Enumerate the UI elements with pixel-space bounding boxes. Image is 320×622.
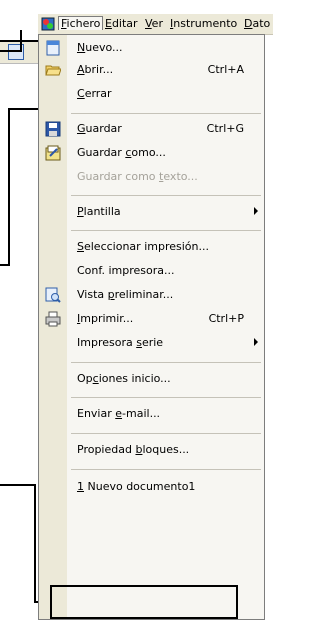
open-folder-icon	[45, 62, 62, 78]
vista-preliminar-mnemonic: p	[107, 288, 115, 301]
menu-item-nuevo[interactable]: Nuevo...	[39, 37, 264, 59]
menu-item-seleccionar-impresion[interactable]: Seleccionar impresión...	[39, 236, 264, 258]
propiedad-bloques-label-pre: Propiedad	[77, 443, 136, 456]
vista-preliminar-label-post: reliminar...	[114, 288, 174, 301]
menu-item-enviar-email[interactable]: Enviar e-mail...	[39, 403, 264, 425]
menu-separator	[71, 362, 261, 363]
menu-separator	[71, 397, 261, 398]
opciones-inicio-label-post: iones inicio...	[98, 372, 171, 385]
callout-box-recent-file	[50, 585, 238, 619]
enviar-email-label-pre: Enviar	[77, 407, 116, 420]
fichero-dropdown-menu: Nuevo... Abrir... Ctrl+A Cerrar Guardar …	[38, 34, 265, 620]
enviar-email-label-post: -mail...	[122, 407, 161, 420]
vista-preliminar-label-pre: Vista	[77, 288, 108, 301]
menu-item-guardar[interactable]: Guardar Ctrl+G	[39, 118, 264, 140]
printer-icon	[45, 311, 61, 327]
guardar-como-label-post: omo...	[131, 146, 166, 159]
guardar-como-texto-label-pre: Guardar como	[77, 170, 160, 183]
print-preview-icon	[45, 287, 61, 303]
menu-instrumento[interactable]: Instrumento	[170, 17, 237, 30]
propiedad-bloques-label-post: loques...	[142, 443, 190, 456]
impresora-serie-label-post: erie	[141, 336, 164, 349]
menu-separator	[71, 113, 261, 114]
menu-ver-mnemonic: V	[145, 17, 152, 30]
menu-item-guardar-como-texto[interactable]: Guardar como texto...	[39, 166, 264, 188]
menu-separator	[71, 433, 261, 434]
new-document-icon	[45, 40, 61, 56]
menu-editar[interactable]: Editar	[105, 17, 138, 30]
guardar-mnemonic: G	[77, 122, 86, 135]
imprimir-shortcut: Ctrl+P	[208, 312, 244, 325]
menu-fichero[interactable]: Fichero	[58, 16, 104, 30]
seleccionar-impresion-mnemonic: S	[77, 240, 84, 253]
app-icon	[41, 17, 55, 31]
menu-item-guardar-como[interactable]: Guardar como...	[39, 142, 264, 164]
menu-dato-label: ato	[252, 17, 271, 30]
imprimir-label: mprimir...	[80, 312, 134, 325]
enviar-email-mnemonic: e	[115, 407, 123, 420]
conf-impresora-label: Conf. impresora...	[77, 264, 175, 277]
menu-item-plantilla[interactable]: Plantilla	[39, 201, 264, 223]
cerrar-label: errar	[84, 87, 112, 100]
menu-separator	[71, 469, 261, 470]
abrir-shortcut: Ctrl+A	[207, 63, 244, 76]
guardar-como-texto-label-post: exto...	[163, 170, 198, 183]
abrir-mnemonic: A	[77, 63, 85, 76]
save-disk-icon	[45, 121, 61, 137]
menu-separator	[71, 195, 261, 196]
plantilla-label: lantilla	[83, 205, 121, 218]
menu-item-opciones-inicio[interactable]: Opciones inicio...	[39, 368, 264, 390]
callout-line-3	[8, 108, 10, 264]
nuevo-mnemonic: N	[77, 41, 86, 54]
menu-item-abrir[interactable]: Abrir... Ctrl+A	[39, 59, 264, 81]
menubar: Fichero Editar Ver Instrumento Dato	[38, 14, 273, 35]
menu-instrumento-label: nstrumento	[173, 17, 238, 30]
menu-item-imprimir[interactable]: Imprimir... Ctrl+P	[39, 308, 264, 330]
save-as-icon	[45, 145, 61, 161]
guardar-label: uardar	[85, 122, 122, 135]
menu-item-cerrar[interactable]: Cerrar	[39, 83, 264, 105]
menu-ver-label: er	[151, 17, 163, 30]
submenu-arrow-icon	[254, 207, 258, 215]
nuevo-label: uevo...	[85, 41, 123, 54]
impresora-serie-label-pre: Impresora	[77, 336, 137, 349]
cerrar-mnemonic: C	[77, 87, 85, 100]
callout-line-7	[34, 484, 36, 602]
menu-item-propiedad-bloques[interactable]: Propiedad bloques...	[39, 439, 264, 461]
menu-ver[interactable]: Ver	[145, 17, 163, 30]
menu-editar-mnemonic: E	[105, 17, 112, 30]
menu-dato[interactable]: Dato	[244, 17, 270, 30]
menu-item-conf-impresora[interactable]: Conf. impresora...	[39, 260, 264, 282]
opciones-inicio-label-pre: Op	[77, 372, 93, 385]
menu-item-impresora-serie[interactable]: Impresora serie	[39, 332, 264, 354]
menu-editar-label: ditar	[111, 17, 138, 30]
abrir-label: brir...	[84, 63, 114, 76]
menu-item-recent-file-1[interactable]: 1 Nuevo documento1	[39, 476, 264, 498]
seleccionar-impresion-label: eleccionar impresión...	[83, 240, 209, 253]
guardar-como-label-pre: Guardar	[77, 146, 126, 159]
callout-line-5	[0, 264, 10, 266]
recent-file-label: Nuevo documento1	[84, 480, 196, 493]
plantilla-mnemonic: P	[77, 205, 84, 218]
callout-line-6	[0, 484, 36, 486]
menu-fichero-label: ichero	[66, 17, 101, 30]
menu-separator	[71, 230, 261, 231]
recent-file-mnemonic: 1	[77, 480, 84, 493]
menu-item-vista-preliminar[interactable]: Vista preliminar...	[39, 284, 264, 306]
guardar-shortcut: Ctrl+G	[206, 122, 244, 135]
submenu-arrow-icon	[254, 338, 258, 346]
